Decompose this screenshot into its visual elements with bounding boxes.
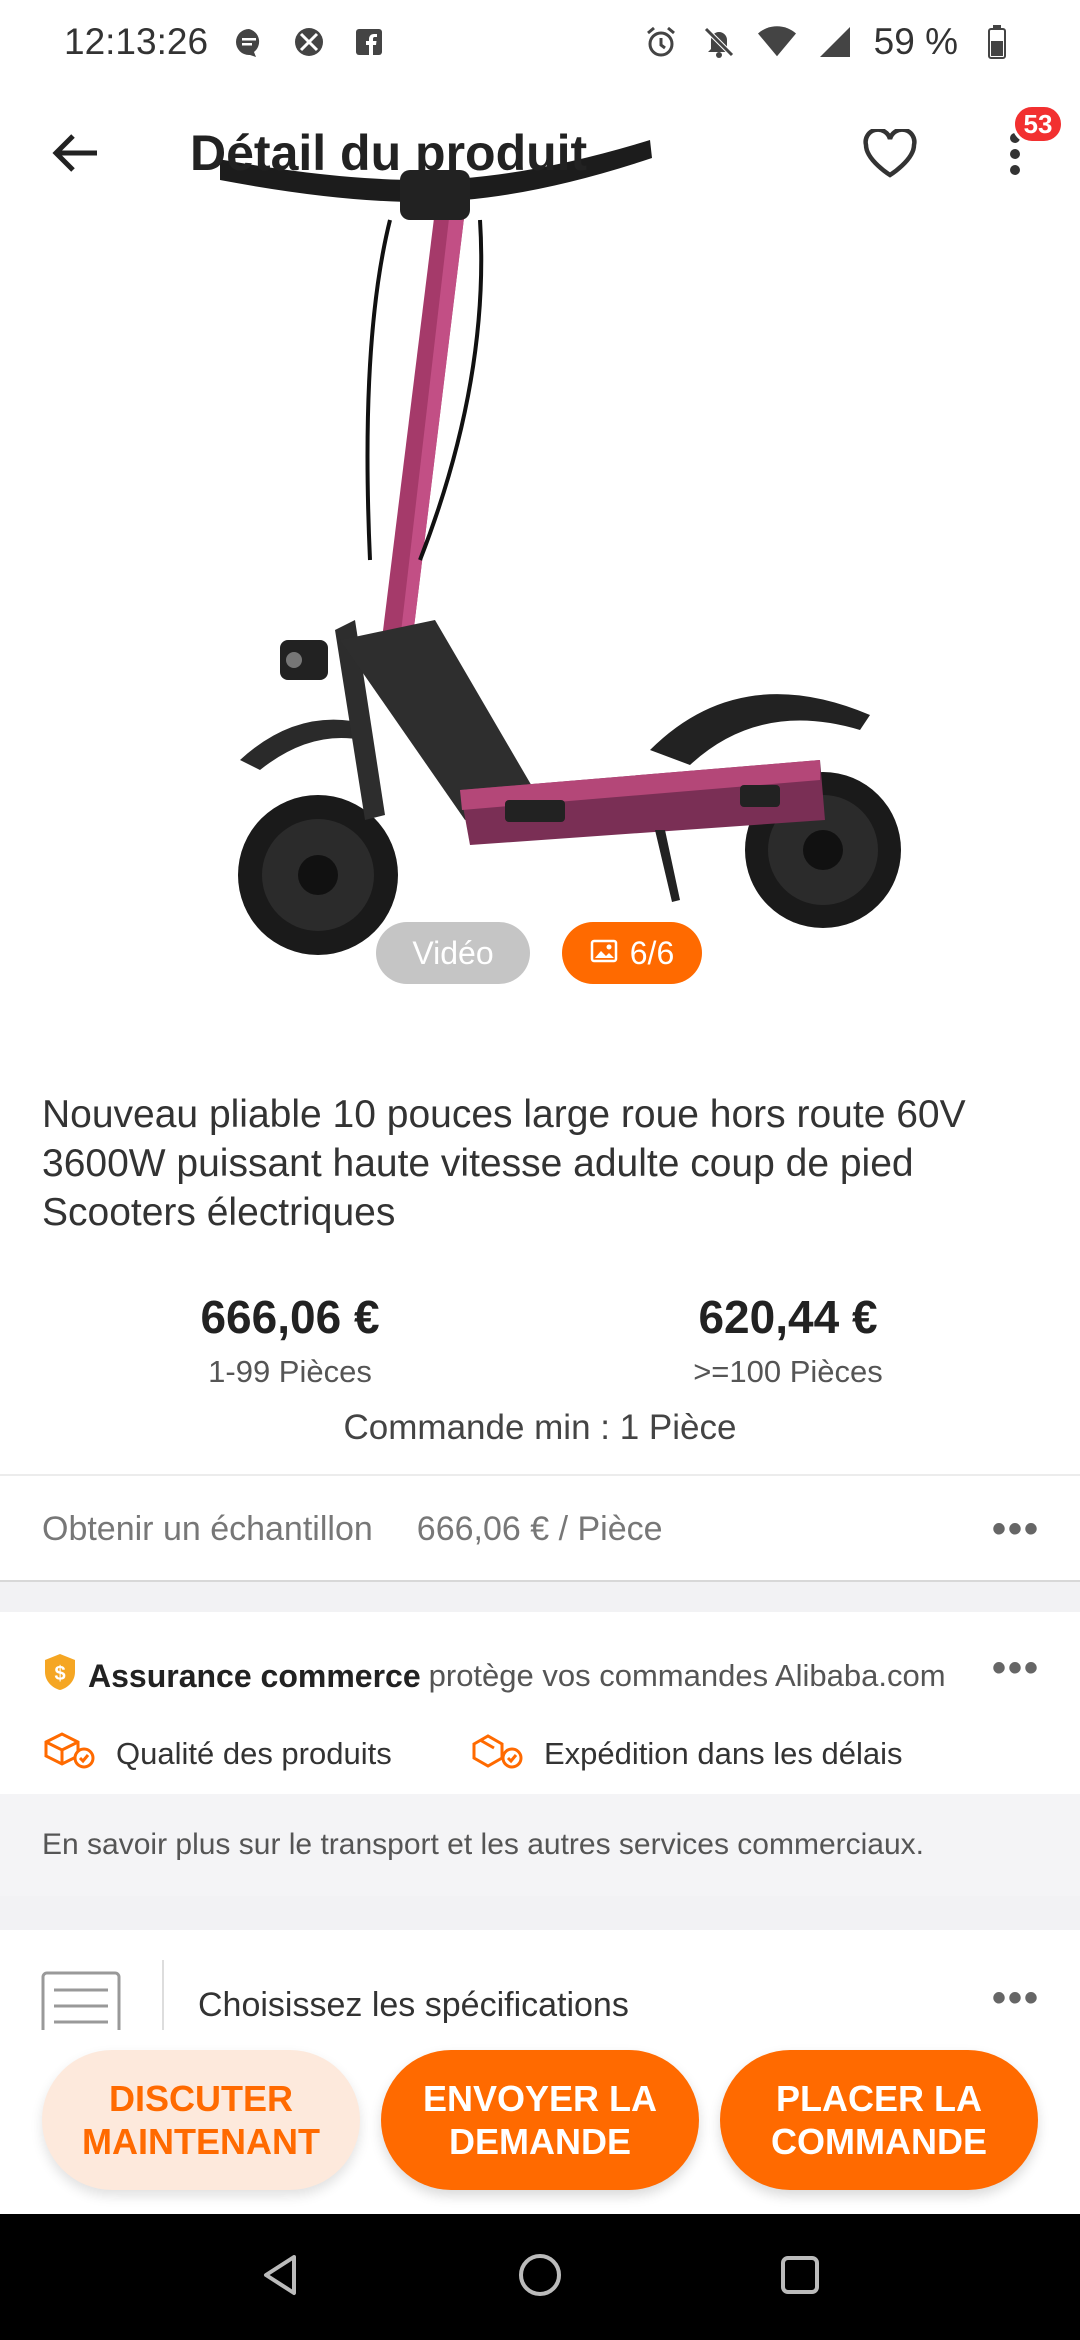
shipping-check-icon <box>470 1730 524 1778</box>
feature-label: Expédition dans les délais <box>544 1736 903 1771</box>
section-gap <box>0 1896 1080 1930</box>
price-value: 666,06 € <box>200 1291 380 1343</box>
photo-counter: 6/6 <box>629 934 675 971</box>
page-title: Détail du produit <box>190 125 588 181</box>
square-recents-icon <box>779 2254 821 2301</box>
message-icon <box>230 23 268 61</box>
wifi-icon <box>757 23 796 61</box>
send-inquiry-button[interactable]: ENVOYER LA DEMANDE <box>381 2050 699 2190</box>
services-info-text: En savoir plus sur le transport et les a… <box>42 1828 924 1861</box>
feature-shipping: Expédition dans les délais <box>470 1730 902 1778</box>
nav-back-button[interactable] <box>250 2247 310 2307</box>
image-icon <box>590 935 618 972</box>
favorite-button[interactable] <box>854 120 926 192</box>
specifications-more-button[interactable]: ••• <box>992 1976 1040 2021</box>
place-order-button[interactable]: PLACER LA COMMANDE <box>720 2050 1038 2190</box>
action-bar: DISCUTER MAINTENANT ENVOYER LA DEMANDE PLA… <box>0 2030 1080 2214</box>
status-bar: 12:13:26 59 % <box>0 0 1080 84</box>
product-title: Nouveau pliable 10 pouces large roue hor… <box>42 1093 966 1234</box>
circle-home-icon <box>517 2252 563 2303</box>
nav-recents-button[interactable] <box>770 2247 830 2307</box>
price-value: 620,44 € <box>698 1291 878 1343</box>
facebook-icon <box>350 23 388 61</box>
nav-home-button[interactable] <box>510 2247 570 2307</box>
shield-dollar-icon: $ <box>42 1652 78 1700</box>
system-nav-bar <box>0 2214 1080 2340</box>
divider <box>0 1474 1080 1476</box>
app-header: Détail du produit 53 <box>0 84 1080 224</box>
box-check-icon <box>42 1730 96 1778</box>
assurance-title: Assurance commerce <box>88 1657 421 1694</box>
price-quantity: 1-99 Pièces <box>208 1354 372 1389</box>
svg-text:$: $ <box>54 1663 65 1685</box>
services-info-link[interactable]: En savoir plus sur le transport et les a… <box>0 1794 1080 1896</box>
scooter-image <box>220 140 901 955</box>
arrow-left-icon <box>51 133 99 178</box>
notification-badge: 53 <box>1012 104 1064 144</box>
sample-row[interactable]: Obtenir un échantillon 666,06 € / Pièce … <box>0 1478 1080 1580</box>
chat-now-button[interactable]: DISCUTER MAINTENANT <box>42 2050 360 2190</box>
sample-label: Obtenir un échantillon <box>42 1509 373 1548</box>
heart-icon <box>862 126 918 184</box>
photo-counter-button[interactable]: 6/6 <box>562 922 702 984</box>
triangle-back-icon <box>260 2253 300 2302</box>
video-button[interactable]: Vidéo <box>376 922 530 984</box>
price-tier: 666,06 € 1-99 Pièces <box>90 1290 490 1390</box>
sample-price: 666,06 € / Pièce <box>416 1509 663 1548</box>
battery-icon <box>978 23 1016 61</box>
price-tier: 620,44 € >=100 Pièces <box>588 1290 988 1390</box>
trade-assurance-section[interactable]: $ Assurance commerce protège vos command… <box>0 1612 1080 1792</box>
price-quantity: >=100 Pièces <box>693 1354 883 1389</box>
specifications-label: Choisissez les spécifications <box>198 1986 629 2024</box>
status-time: 12:13:26 <box>64 21 209 62</box>
mute-icon <box>700 23 738 61</box>
assurance-line: $ Assurance commerce protège vos command… <box>42 1652 946 1700</box>
battery-percent: 59 % <box>873 21 958 62</box>
back-button[interactable] <box>40 120 110 190</box>
min-order: Commande min : 1 Pièce <box>343 1408 737 1447</box>
assurance-more-button[interactable]: ••• <box>992 1646 1040 1691</box>
alarm-icon <box>642 23 680 61</box>
assurance-text: protège vos commandes Alibaba.com <box>428 1658 946 1693</box>
section-gap <box>0 1582 1080 1612</box>
signal-icon <box>816 23 854 61</box>
feature-quality: Qualité des produits <box>42 1730 392 1778</box>
xbox-icon <box>290 23 328 61</box>
feature-label: Qualité des produits <box>116 1736 392 1771</box>
video-label: Vidéo <box>412 934 494 971</box>
sample-more-button[interactable]: ••• <box>992 1507 1040 1552</box>
